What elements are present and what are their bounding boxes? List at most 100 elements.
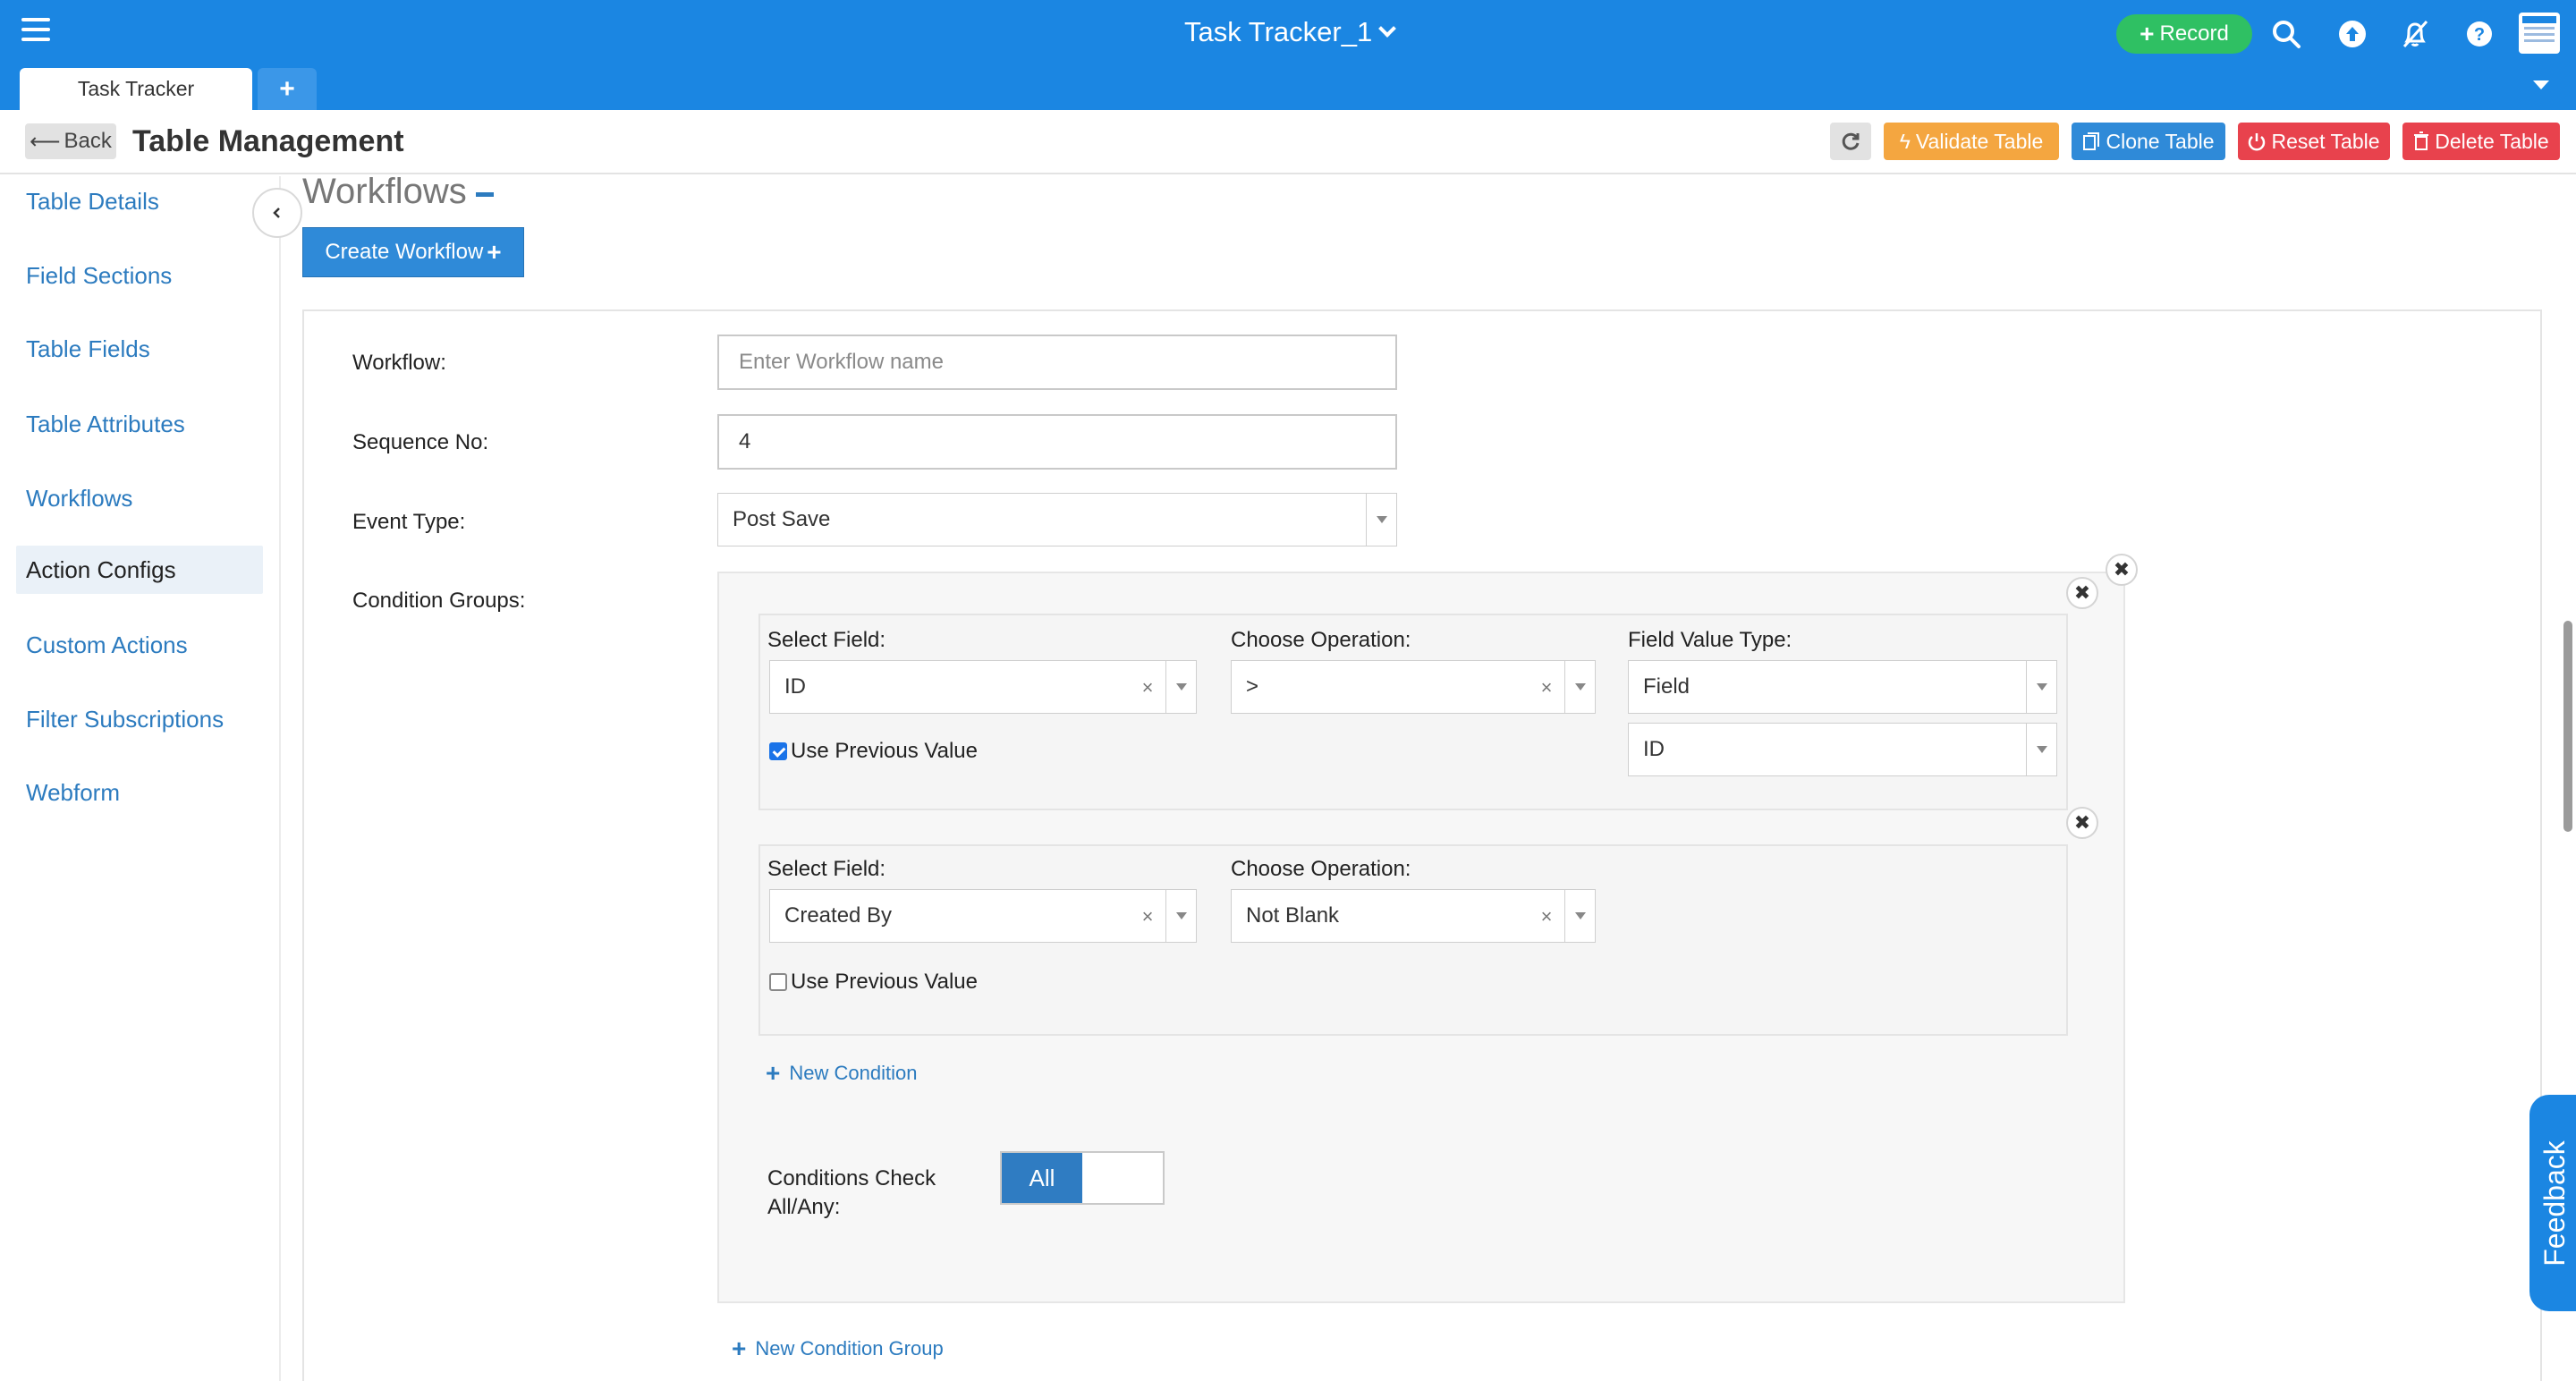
collapse-sidebar-button[interactable] [252, 188, 302, 238]
use-previous-value-checkbox[interactable] [769, 973, 787, 991]
sidebar-item-webform[interactable]: Webform [16, 768, 263, 817]
choose-operation-dropdown[interactable]: > × [1231, 660, 1596, 714]
sequence-no-input[interactable]: 4 [717, 414, 1397, 470]
use-previous-value-option[interactable]: Use Previous Value [769, 739, 978, 764]
chevron-down-icon [1378, 20, 1397, 38]
delete-table-button[interactable]: Delete Table [2402, 123, 2560, 160]
upload-icon[interactable] [2334, 16, 2370, 52]
delete-table-label: Delete Table [2435, 129, 2549, 153]
workflow-name-input[interactable]: Enter Workflow name [717, 335, 1397, 390]
sidebar-item-label: Workflows [26, 484, 133, 512]
tab-menu-caret-icon[interactable] [2533, 80, 2549, 89]
reset-table-button[interactable]: Reset Table [2238, 123, 2390, 160]
copy-icon [2083, 132, 2100, 150]
record-button-label: Record [2159, 21, 2229, 46]
choose-operation-label: Choose Operation: [1231, 857, 1411, 881]
sidebar-item-field-sections[interactable]: Field Sections [16, 251, 263, 300]
feedback-tab[interactable]: Feedback [2529, 1095, 2576, 1311]
field-value-value: ID [1643, 737, 1665, 761]
choose-operation-value: > [1246, 674, 1259, 699]
use-previous-value-label: Use Previous Value [791, 739, 978, 763]
clear-icon[interactable]: × [1139, 676, 1157, 699]
refresh-icon [1842, 132, 1860, 150]
sidebar-item-filter-subscriptions[interactable]: Filter Subscriptions [16, 695, 263, 743]
condition-groups-label: Condition Groups: [352, 589, 526, 613]
plus-icon: + [732, 1334, 747, 1362]
sidebar-item-table-details[interactable]: Table Details [16, 177, 263, 225]
sidebar-item-custom-actions[interactable]: Custom Actions [16, 621, 263, 669]
new-condition-label: New Condition [789, 1062, 918, 1084]
tab-task-tracker[interactable]: Task Tracker [20, 68, 252, 110]
hamburger-icon[interactable] [21, 18, 50, 45]
sequence-no-value: 4 [739, 429, 751, 453]
validate-table-label: Validate Table [1915, 129, 2044, 153]
sidebar-item-action-configs[interactable]: Action Configs [16, 546, 263, 594]
select-field-dropdown[interactable]: Created By × [769, 889, 1197, 943]
event-type-value: Post Save [733, 507, 831, 531]
page-scrollbar[interactable] [2563, 621, 2572, 832]
toggle-all-option[interactable]: All [1002, 1153, 1082, 1203]
sidebar-item-table-attributes[interactable]: Table Attributes [16, 400, 263, 448]
field-value-dropdown[interactable]: ID [1628, 723, 2057, 776]
sidebar-item-label: Table Fields [26, 335, 150, 362]
select-field-label: Select Field: [767, 857, 886, 881]
plus-icon: + [2140, 20, 2155, 47]
select-field-label: Select Field: [767, 628, 886, 652]
feedback-label: Feedback [2538, 1140, 2571, 1267]
sidebar-item-workflows[interactable]: Workflows [16, 474, 263, 522]
workflows-heading: Workflows [302, 172, 494, 212]
conditions-check-toggle[interactable]: All [1000, 1151, 1165, 1205]
plus-icon: + [279, 73, 295, 104]
add-record-button[interactable]: + Record [2116, 14, 2252, 54]
field-value-type-dropdown[interactable]: Field [1628, 660, 2057, 714]
new-condition-link[interactable]: + New Condition [766, 1059, 917, 1088]
close-icon: ✖ [2073, 811, 2091, 834]
dropdown-caret-icon [1165, 890, 1196, 942]
app-title-dropdown[interactable]: Task Tracker_1 [1184, 13, 1397, 52]
use-previous-value-checkbox[interactable] [769, 742, 787, 760]
back-button[interactable]: ⟵ Back [25, 123, 116, 159]
plus-icon: + [766, 1059, 781, 1087]
remove-condition-button[interactable]: ✖ [2066, 807, 2098, 839]
new-condition-group-link[interactable]: + New Condition Group [732, 1334, 944, 1363]
create-workflow-button[interactable]: Create Workflow + [302, 227, 524, 277]
select-field-dropdown[interactable]: ID × [769, 660, 1197, 714]
event-type-select[interactable]: Post Save [717, 493, 1397, 546]
refresh-button[interactable] [1830, 123, 1871, 160]
clear-icon[interactable]: × [1538, 905, 1555, 928]
remove-condition-group-button[interactable]: ✖ [2106, 554, 2138, 586]
field-value-type-value: Field [1643, 674, 1690, 699]
validate-table-button[interactable]: ϟ Validate Table [1884, 123, 2059, 160]
choose-operation-label: Choose Operation: [1231, 628, 1411, 652]
clear-icon[interactable]: × [1139, 905, 1157, 928]
use-previous-value-option[interactable]: Use Previous Value [769, 970, 978, 995]
power-icon [2249, 133, 2266, 151]
dropdown-caret-icon [2026, 724, 2056, 775]
bolt-icon: ϟ [1899, 129, 1911, 153]
add-tab-button[interactable]: + [258, 68, 317, 110]
field-value-type-label: Field Value Type: [1628, 628, 1792, 652]
clone-table-button[interactable]: Clone Table [2072, 123, 2225, 160]
app-title: Task Tracker_1 [1184, 16, 1373, 47]
sidebar-item-label: Action Configs [26, 555, 176, 583]
dropdown-caret-icon [1564, 890, 1595, 942]
collapse-minus-icon[interactable] [475, 192, 494, 197]
sidebar-item-table-fields[interactable]: Table Fields [16, 325, 263, 373]
clear-icon[interactable]: × [1538, 676, 1555, 699]
choose-operation-dropdown[interactable]: Not Blank × [1231, 889, 1596, 943]
svg-text:?: ? [2474, 25, 2485, 45]
sidebar: Table Details Field Sections Table Field… [0, 176, 279, 1381]
help-icon[interactable]: ? [2462, 16, 2497, 52]
sidebar-item-label: Field Sections [26, 261, 173, 289]
clone-table-label: Clone Table [2106, 129, 2215, 153]
search-icon[interactable] [2268, 16, 2304, 52]
app-thumbnail-icon[interactable] [2519, 13, 2560, 54]
tab-label: Task Tracker [77, 77, 195, 100]
sidebar-item-label: Filter Subscriptions [26, 705, 225, 733]
bell-off-icon[interactable] [2397, 16, 2433, 52]
sidebar-divider [279, 176, 281, 1381]
remove-condition-button[interactable]: ✖ [2066, 577, 2098, 609]
create-workflow-label: Create Workflow [325, 240, 484, 264]
use-previous-value-label: Use Previous Value [791, 970, 978, 994]
event-type-label: Event Type: [352, 510, 466, 534]
